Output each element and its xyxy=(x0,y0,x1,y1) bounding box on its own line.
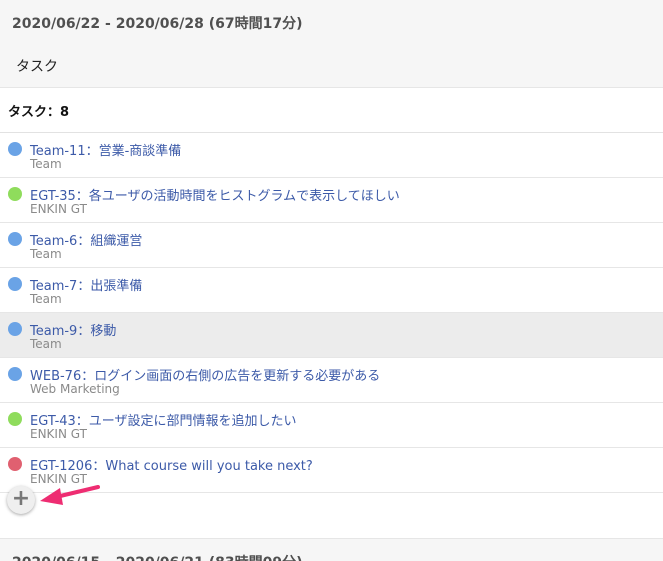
status-dot-icon xyxy=(8,457,22,471)
timesheet-page: 2020/06/22 - 2020/06/28 (67時間17分) タスク タス… xyxy=(0,0,663,561)
task-project: Team xyxy=(30,247,62,261)
week-title[interactable]: 2020/06/22 - 2020/06/28 (67時間17分) xyxy=(12,13,303,33)
task-row[interactable]: EGT-35：各ユーザの活動時間をヒストグラムで表示してほしい ENKIN GT xyxy=(0,178,663,223)
task-project: Team xyxy=(30,292,62,306)
task-row[interactable]: WEB-76：ログイン画面の右側の広告を更新する必要がある Web Market… xyxy=(0,358,663,403)
status-dot-icon xyxy=(8,187,22,201)
status-dot-icon xyxy=(8,277,22,291)
task-row[interactable]: EGT-43：ユーザ設定に部門情報を追加したい ENKIN GT xyxy=(0,403,663,448)
plus-icon: + xyxy=(11,486,31,511)
status-dot-icon xyxy=(8,367,22,381)
task-project: ENKIN GT xyxy=(30,202,87,216)
task-count: タスク：8 xyxy=(8,105,70,120)
task-list: Team-11：営業-商談準備 Team EGT-35：各ユーザの活動時間をヒス… xyxy=(0,133,663,493)
task-project: Team xyxy=(30,337,62,351)
task-row[interactable]: Team-9：移動 Team xyxy=(0,313,663,358)
tab-tasks[interactable]: タスク xyxy=(16,56,58,76)
task-row[interactable]: Team-7：出張準備 Team xyxy=(0,268,663,313)
add-task-button[interactable]: + xyxy=(7,486,35,514)
task-project: Team xyxy=(30,157,62,171)
status-dot-icon xyxy=(8,232,22,246)
next-week-header: 2020/06/15 - 2020/06/21 (83時間09分) xyxy=(0,539,663,561)
task-project: Web Marketing xyxy=(30,382,120,396)
next-week-title[interactable]: 2020/06/15 - 2020/06/21 (83時間09分) xyxy=(12,552,303,561)
status-dot-icon xyxy=(8,322,22,336)
task-count-row: タスク：8 xyxy=(0,88,663,133)
week-header: 2020/06/22 - 2020/06/28 (67時間17分) タスク xyxy=(0,0,663,88)
status-dot-icon xyxy=(8,142,22,156)
status-dot-icon xyxy=(8,412,22,426)
task-row[interactable]: Team-11：営業-商談準備 Team xyxy=(0,133,663,178)
task-row[interactable]: Team-6：組織運営 Team xyxy=(0,223,663,268)
task-project: ENKIN GT xyxy=(30,427,87,441)
pointer-arrow-icon xyxy=(40,485,100,505)
